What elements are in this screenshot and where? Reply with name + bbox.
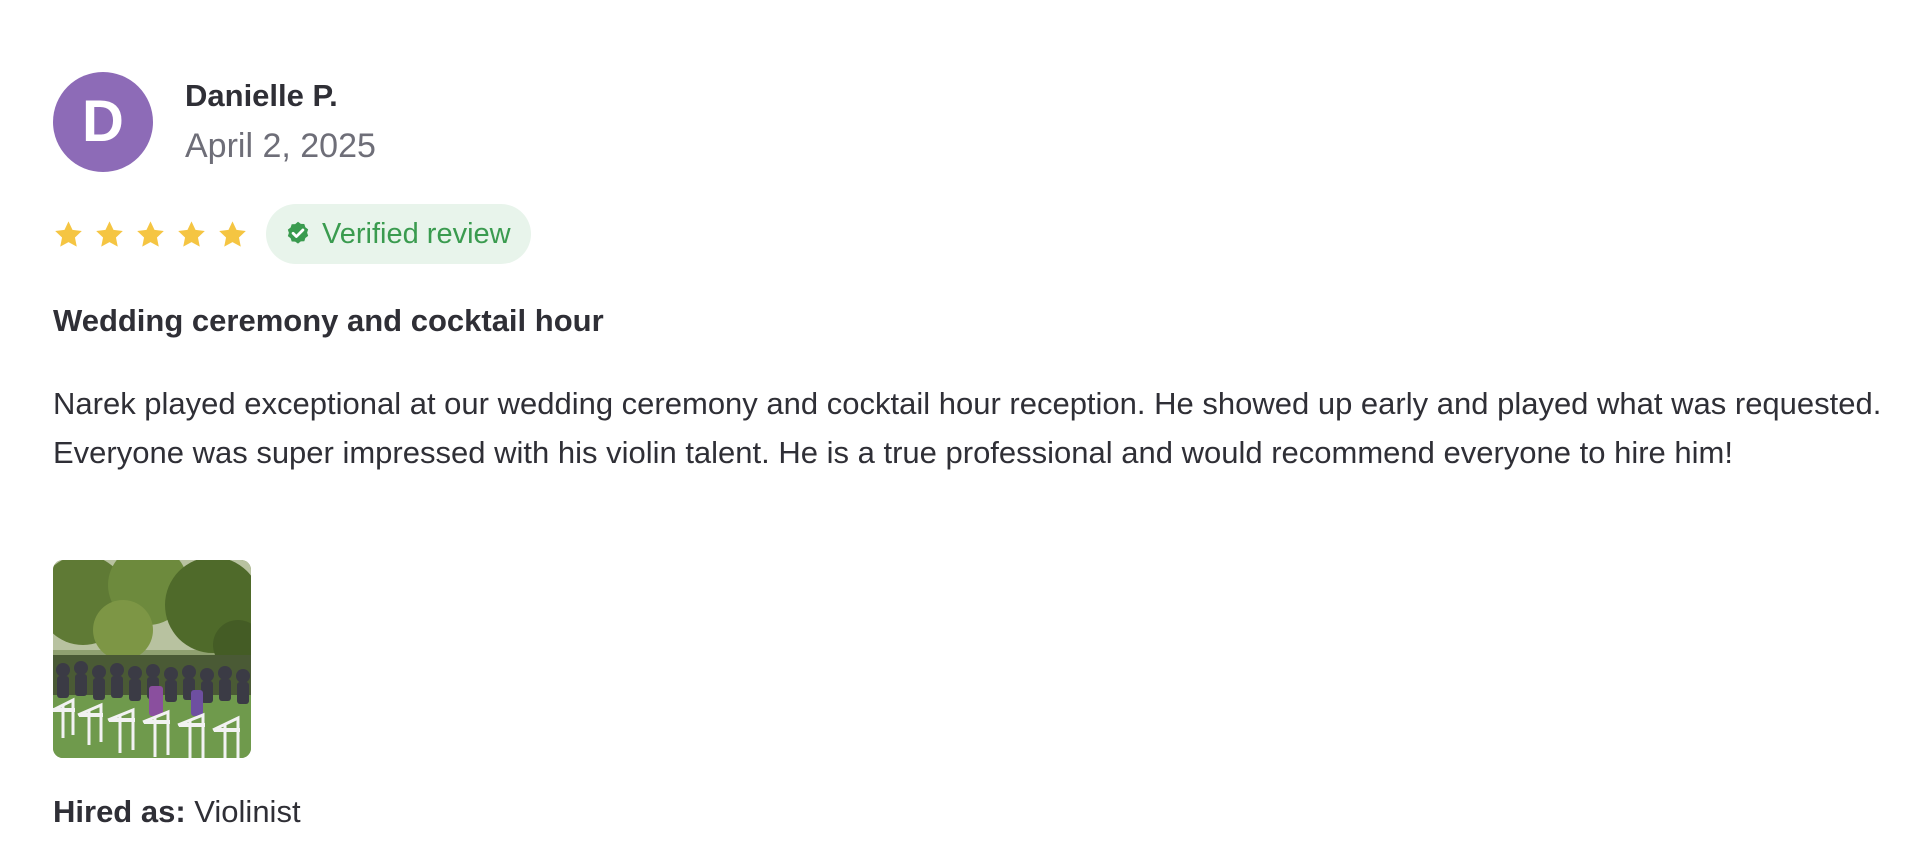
verified-review-badge: Verified review	[266, 204, 531, 264]
hired-as-value: Violinist	[194, 794, 301, 829]
rating-row: Verified review	[53, 204, 531, 264]
star-icon	[178, 220, 205, 247]
star-icon	[96, 220, 123, 247]
hired-as: Hired as: Violinist	[53, 794, 301, 830]
avatar: D	[53, 72, 153, 172]
review-card: D Danielle P. April 2, 2025 Verified rev…	[0, 0, 1922, 843]
star-icon	[137, 220, 164, 247]
star-icon	[219, 220, 246, 247]
review-body: Narek played exceptional at our wedding …	[53, 386, 1882, 470]
star-rating	[53, 219, 248, 250]
review-date: April 2, 2025	[185, 127, 376, 165]
reviewer-name: Danielle P.	[185, 78, 338, 113]
review-photo-thumbnail[interactable]	[53, 560, 251, 758]
verified-review-label: Verified review	[322, 217, 511, 250]
star-icon	[55, 220, 82, 247]
wedding-photo-image	[53, 560, 251, 758]
verified-check-icon	[287, 221, 309, 244]
hired-as-label: Hired as:	[53, 794, 186, 829]
review-title: Wedding ceremony and cocktail hour	[53, 303, 604, 338]
avatar-initial: D	[82, 89, 124, 154]
